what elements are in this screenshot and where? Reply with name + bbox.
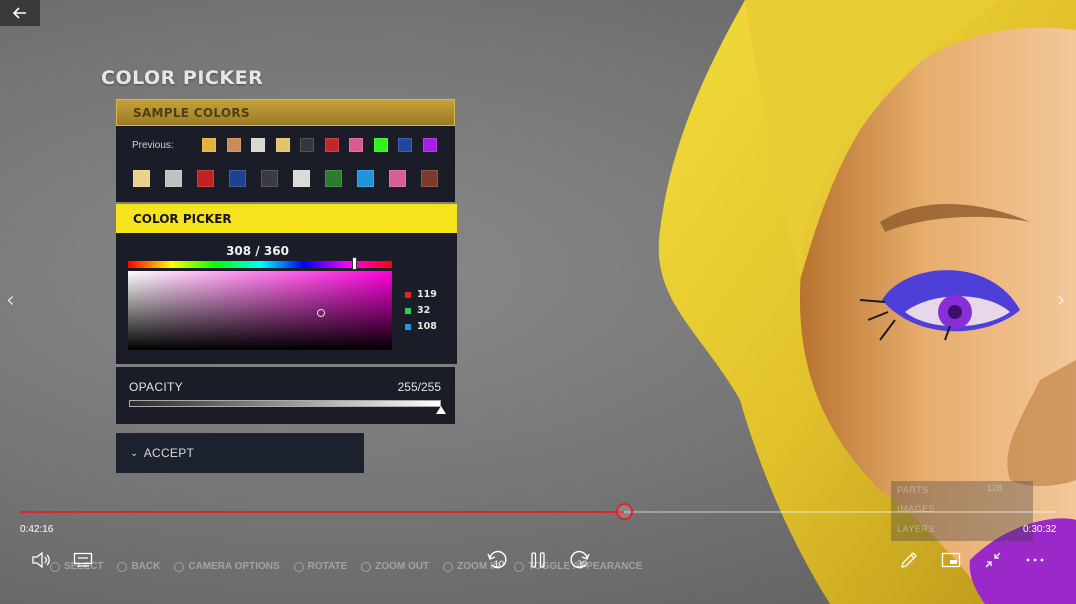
pause-button[interactable] [526,548,550,572]
color-swatch[interactable] [324,138,339,152]
color-swatch[interactable] [389,170,406,187]
red-value: 119 [417,289,437,300]
previous-label: Previous: [132,140,174,151]
button-glyph-icon [443,561,454,572]
color-swatch[interactable] [275,138,290,152]
green-square-icon [405,307,411,314]
color-swatch[interactable] [300,138,314,152]
collapse-icon [985,552,1001,568]
blue-square-icon [405,323,411,330]
color-picker-panel: 308 / 360 119 32 108 [116,233,457,364]
previous-swatches [202,138,447,152]
red-value-row: 119 [405,289,437,300]
button-glyph-icon [513,561,524,572]
hint-label: ROTATE [307,561,348,572]
color-cursor[interactable] [316,308,325,317]
sample-colors-panel: Previous: [116,126,455,202]
controller-hints: SELECT BACK CAMERA OPTIONS ROTATE ZOOM O… [50,561,656,572]
hue-value: 308 / 360 [226,244,289,258]
color-swatch[interactable] [197,170,214,187]
speaker-icon [32,552,50,568]
color-swatch[interactable] [357,170,374,187]
button-glyph-icon [117,561,128,572]
saturation-brightness-field[interactable] [128,271,392,350]
time-elapsed: 0:42:16 [20,524,54,535]
color-swatch[interactable] [325,170,342,187]
hint-back: BACK [117,561,160,572]
color-picker-header[interactable]: COLOR PICKER [116,204,457,233]
stat-label: LAYERS [897,524,935,534]
hint-label: ZOOM OUT [375,561,430,572]
back-button[interactable] [0,0,40,26]
seek-progress [20,511,624,513]
skip-back-button[interactable]: 10 [485,548,509,572]
subtitles-button[interactable] [71,548,95,572]
captions-icon [73,552,93,567]
blue-value: 108 [417,321,437,332]
blue-value-row: 108 [405,321,437,332]
more-options-button[interactable] [1023,548,1047,572]
next-arrow-button[interactable]: › [1057,288,1066,313]
accept-label: ACCEPT [143,446,195,460]
color-swatch[interactable] [349,138,363,152]
skip-back-seconds: 10 [494,559,505,569]
hint-zoom-out: ZOOM OUT [361,561,429,572]
opacity-slider-handle[interactable] [436,406,446,414]
stat-value: 128 [987,483,1003,493]
color-swatch[interactable] [229,170,246,187]
pencil-icon [901,552,917,568]
color-swatch[interactable] [226,138,241,152]
seek-thumb[interactable] [615,503,633,520]
button-glyph-icon [293,561,304,572]
red-square-icon [405,291,411,298]
stat-label: PARTS [897,485,929,495]
skip-forward-seconds: 30 [577,559,588,569]
color-swatch[interactable] [373,138,388,152]
volume-button[interactable] [29,548,53,572]
exit-fullscreen-button[interactable] [981,548,1005,572]
color-swatch[interactable] [133,170,150,187]
time-remaining: 0:30:32 [1023,524,1057,535]
sample-colors-header[interactable]: SAMPLE COLORS [116,99,455,126]
color-swatch[interactable] [202,138,216,152]
palette-swatches [133,170,453,187]
hint-label: BACK [131,561,161,572]
color-swatch[interactable] [398,138,412,152]
color-swatch[interactable] [165,170,182,187]
mini-player-icon [941,552,961,568]
color-swatch[interactable] [261,170,278,187]
pause-icon [531,552,545,568]
opacity-value: 255/255 [397,380,441,394]
skip-forward-button[interactable]: 30 [568,548,592,572]
edit-button[interactable] [897,548,921,572]
hint-label: CAMERA OPTIONS [188,561,280,572]
opacity-label: OPACITY [129,380,183,394]
dpad-down-icon: ⌄ [130,447,139,459]
opacity-slider[interactable] [129,400,441,407]
hint-camera-options: CAMERA OPTIONS [174,561,280,572]
opacity-panel: OPACITY 255/255 [116,367,455,424]
picture-in-picture-button[interactable] [939,548,963,572]
green-value-row: 32 [405,305,430,316]
green-value: 32 [417,305,431,316]
accept-button[interactable]: ⌄ ACCEPT [116,433,364,473]
color-swatch[interactable] [293,170,310,187]
page-title: COLOR PICKER [101,67,264,89]
previous-arrow-button[interactable]: ‹ [6,288,15,313]
color-swatch[interactable] [421,170,438,187]
color-swatch[interactable] [422,138,437,152]
button-glyph-icon [174,561,185,572]
hue-slider-handle[interactable] [351,257,357,270]
arrow-left-icon [13,7,26,19]
color-swatch[interactable] [251,138,265,152]
seek-bar[interactable] [20,503,1056,520]
ellipsis-icon [1026,558,1044,562]
button-glyph-icon [361,561,372,572]
hint-rotate: ROTATE [293,561,348,572]
